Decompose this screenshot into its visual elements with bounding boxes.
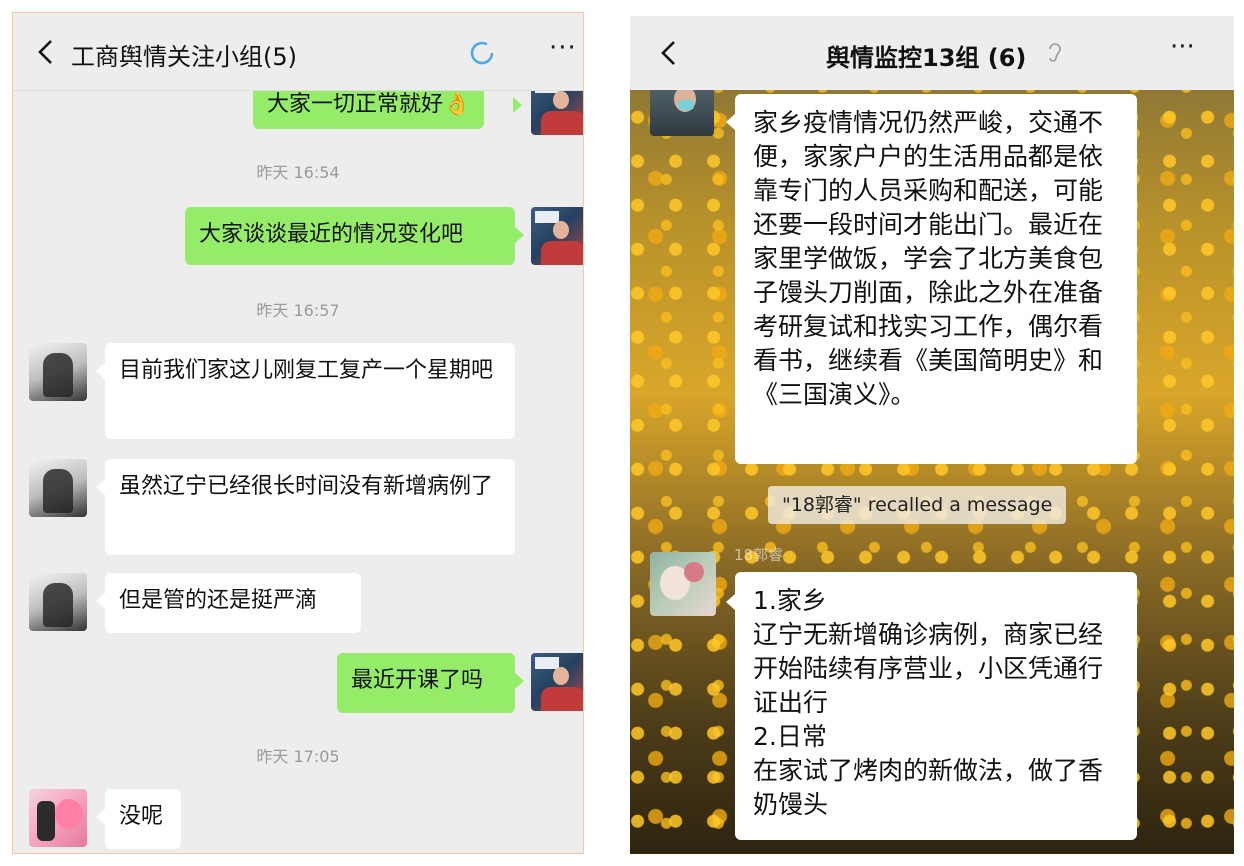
mute-ear-icon — [1049, 43, 1061, 62]
message-text: 大家谈谈最近的情况变化吧 — [199, 222, 464, 247]
message-bubble-other[interactable]: 目前我们家这儿刚复工复产一个星期吧 — [105, 343, 515, 439]
recall-notice: "18郭睿" recalled a message — [768, 486, 1067, 524]
message-text: 没呢 — [119, 804, 164, 829]
left-chat-screen: 工商舆情关注小组(5) ··· 大家一切正常就好👌 昨天 16:54 大家谈谈最… — [12, 12, 584, 854]
timestamp: 昨天 17:05 — [256, 747, 340, 766]
message-bubble-other[interactable]: 家乡疫情情况仍然严峻，交通不便，家家户户的生活用品都是依靠专门的人员采购和配送，… — [735, 94, 1137, 464]
timestamp: 昨天 16:57 — [256, 301, 340, 320]
right-chat-header: 舆情监控13组 (6) ··· — [630, 16, 1234, 90]
message-bubble-other[interactable]: 虽然辽宁已经很长时间没有新增病例了 — [105, 459, 515, 555]
self-avatar[interactable] — [531, 207, 583, 265]
message-line: 在家试了烤肉的新做法，做了香奶馒头 — [753, 756, 1104, 819]
member-avatar[interactable] — [29, 459, 87, 517]
message-line: 1.家乡 — [753, 586, 827, 615]
message-text: 但是管的还是挺严滴 — [119, 588, 318, 613]
message-bubble-self[interactable]: 大家谈谈最近的情况变化吧 — [185, 207, 515, 265]
more-options-icon[interactable]: ··· — [549, 33, 577, 63]
timestamp: 昨天 16:54 — [256, 163, 340, 182]
left-chat-header: 工商舆情关注小组(5) ··· — [13, 13, 583, 91]
message-bubble-other[interactable]: 但是管的还是挺严滴 — [105, 573, 361, 633]
message-text: 家乡疫情情况仍然严峻，交通不便，家家户户的生活用品都是依靠专门的人员采购和配送，… — [753, 108, 1104, 409]
member-avatar[interactable] — [29, 573, 87, 631]
back-arrow-icon[interactable] — [31, 37, 61, 67]
member-avatar[interactable] — [29, 789, 87, 847]
group-title: 舆情监控13组 (6) — [826, 44, 1027, 72]
message-text: 目前我们家这儿刚复工复产一个星期吧 — [119, 358, 494, 383]
right-chat-screen: 舆情监控13组 (6) ··· 家乡疫情情况仍然严峻，交通不便，家家户户的生活用… — [630, 16, 1234, 854]
member-avatar[interactable] — [650, 552, 716, 616]
back-arrow-icon[interactable] — [654, 38, 684, 68]
message-text: 虽然辽宁已经很长时间没有新增病例了 — [119, 474, 494, 499]
group-title: 工商舆情关注小组(5) — [71, 43, 297, 71]
member-avatar[interactable] — [29, 343, 87, 401]
message-text: 大家一切正常就好👌 — [267, 92, 471, 117]
sender-name: 18郭睿 — [734, 546, 784, 564]
loading-spinner-icon — [470, 41, 494, 65]
message-line: 辽宁无新增确诊病例，商家已经开始陆续有序营业，小区凭通行证出行 — [753, 620, 1104, 717]
message-line: 2.日常 — [753, 722, 827, 751]
more-options-icon[interactable]: ··· — [1170, 32, 1195, 62]
message-text: 最近开课了吗 — [351, 668, 484, 693]
message-bubble-other[interactable]: 没呢 — [105, 789, 181, 849]
message-bubble-self[interactable]: 最近开课了吗 — [337, 653, 515, 713]
message-bubble-other[interactable]: 1.家乡 辽宁无新增确诊病例，商家已经开始陆续有序营业，小区凭通行证出行 2.日… — [735, 572, 1137, 840]
self-avatar[interactable] — [531, 653, 583, 711]
